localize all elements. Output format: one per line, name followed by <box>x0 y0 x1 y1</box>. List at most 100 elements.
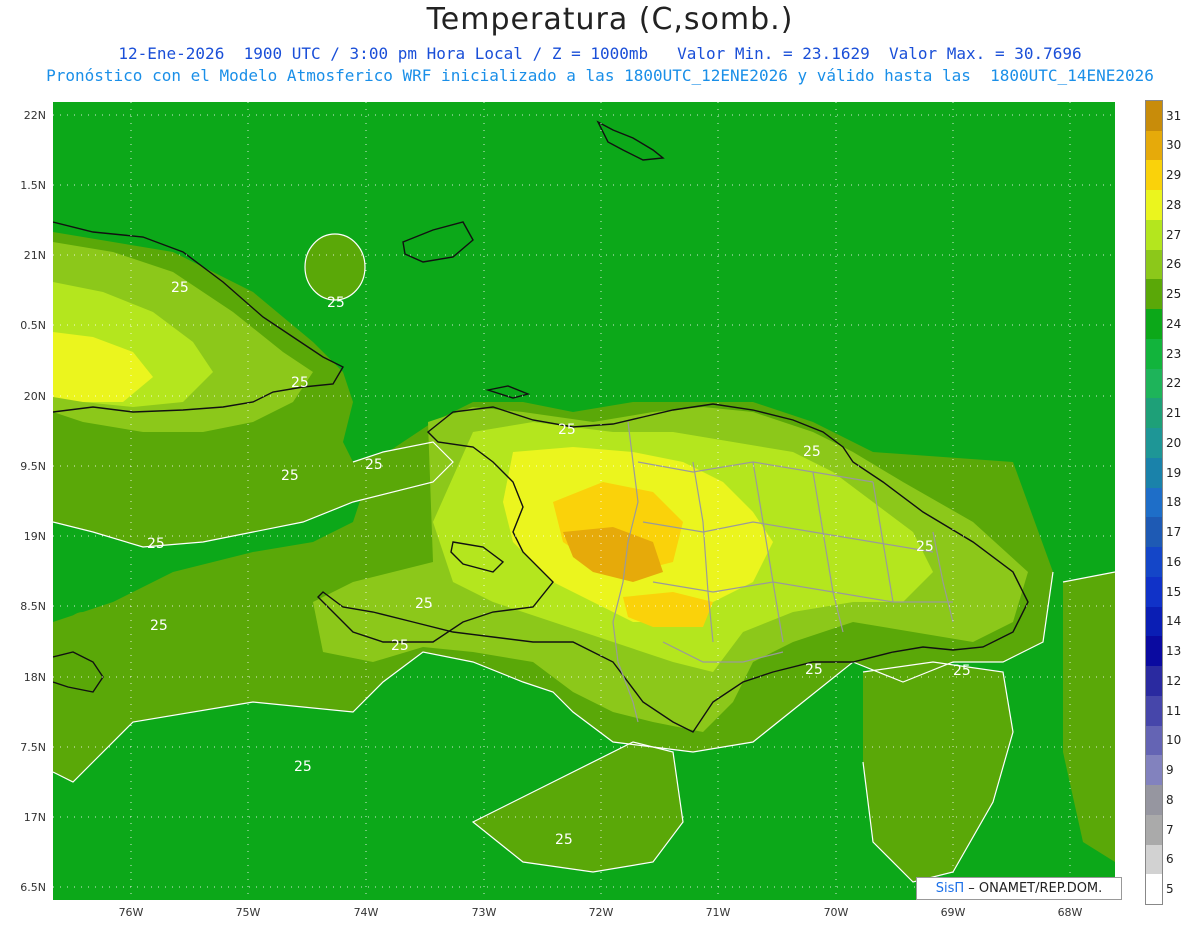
colorbar-segment <box>1146 279 1162 310</box>
colorbar-label: 24 <box>1166 316 1182 331</box>
colorbar-label: 17 <box>1166 525 1182 540</box>
contour-label: 25 <box>916 539 934 555</box>
colorbar <box>1145 100 1163 905</box>
coast-inagua <box>402 221 474 263</box>
lat-label: 20N <box>23 390 46 403</box>
colorbar-segment <box>1146 398 1162 429</box>
lon-label: 68W <box>1057 906 1083 919</box>
lat-label: 17N <box>23 811 46 824</box>
colorbar-segment <box>1146 814 1162 845</box>
contour-label: 25 <box>805 662 823 678</box>
colorbar-label: 9 <box>1166 763 1174 778</box>
contour-label: 25 <box>281 468 299 484</box>
colorbar-label: 25 <box>1166 287 1182 302</box>
colorbar-segment <box>1146 309 1162 340</box>
colorbar-segment <box>1146 725 1162 756</box>
colorbar-label: 15 <box>1166 584 1182 599</box>
colorbar-label: 21 <box>1166 406 1182 421</box>
lat-label: 9.5N <box>20 460 46 473</box>
contour-label: 25 <box>171 280 189 296</box>
colorbar-label: 14 <box>1166 614 1182 629</box>
contour-label: 25 <box>291 375 309 391</box>
colorbar-label: 20 <box>1166 435 1182 450</box>
lat-label: 7.5N <box>20 741 46 754</box>
colorbar-label: 10 <box>1166 733 1182 748</box>
lon-label: 75W <box>235 906 261 919</box>
colorbar-segment <box>1146 547 1162 578</box>
lat-label: 1.5N <box>20 179 46 192</box>
colorbar-label: 29 <box>1166 168 1182 183</box>
contour-label: 25 <box>327 295 345 311</box>
lat-label: 19N <box>23 530 46 543</box>
lat-label: 8.5N <box>20 600 46 613</box>
coast-caicos <box>596 120 665 161</box>
credit-box: SisΠ – ONAMET/REP.DOM. <box>916 877 1122 900</box>
colorbar-label: 31 <box>1166 108 1182 123</box>
contour-label: 25 <box>365 457 383 473</box>
lon-label: 71W <box>705 906 731 919</box>
colorbar-segment <box>1146 190 1162 221</box>
lon-label: 73W <box>471 906 497 919</box>
region-t25-southeast-lobe <box>863 662 1013 882</box>
colorbar-label: 22 <box>1166 376 1182 391</box>
colorbar-segment <box>1146 249 1162 280</box>
lat-label: 22N <box>23 109 46 122</box>
contour-label: 25 <box>391 638 409 654</box>
colorbar-label: 28 <box>1166 197 1182 212</box>
colorbar-label: 5 <box>1166 882 1174 896</box>
colorbar-segment <box>1146 101 1162 131</box>
map-subtitle-time: 12-Ene-2026 1900 UTC / 3:00 pm Hora Loca… <box>118 44 1082 63</box>
contour-label: 25 <box>294 759 312 775</box>
lon-label: 72W <box>588 906 614 919</box>
contour-label: 25 <box>150 618 168 634</box>
colorbar-segment <box>1146 755 1162 786</box>
colorbar-segment <box>1146 368 1162 399</box>
colorbar-segment <box>1146 785 1162 816</box>
colorbar-segment <box>1146 487 1162 518</box>
colorbar-segment <box>1146 457 1162 488</box>
colorbar-label: 6 <box>1166 852 1174 867</box>
colorbar-label: 30 <box>1166 138 1182 153</box>
colorbar-label: 19 <box>1166 465 1182 480</box>
lon-label: 70W <box>823 906 849 919</box>
region-t25-east-lobe <box>1063 572 1115 862</box>
contour-label: 25 <box>415 596 433 612</box>
contour-label: 25 <box>558 422 576 438</box>
sistema-logo-text: SisΠ <box>935 881 965 896</box>
colorbar-label: 7 <box>1166 822 1174 837</box>
colorbar-segment <box>1146 219 1162 250</box>
contour-label: 25 <box>555 832 573 848</box>
colorbar-segment <box>1146 844 1162 875</box>
map-canvas: 25 25 25 25 25 25 25 25 25 25 25 25 25 2… <box>53 102 1115 900</box>
temperature-map: 25 25 25 25 25 25 25 25 25 25 25 25 25 2… <box>53 102 1115 900</box>
colorbar-segment <box>1146 606 1162 637</box>
colorbar-segment <box>1146 636 1162 667</box>
colorbar-label: 8 <box>1166 792 1174 807</box>
contour-label: 25 <box>803 444 821 460</box>
lat-label: 6.5N <box>20 881 46 894</box>
lon-label: 74W <box>353 906 379 919</box>
map-title: Temperatura (C,somb.) <box>426 2 794 37</box>
lon-label: 69W <box>940 906 966 919</box>
colorbar-label: 13 <box>1166 644 1182 659</box>
region-t25-south-lobe <box>473 742 683 872</box>
colorbar-segment <box>1146 874 1162 905</box>
credit-text: – ONAMET/REP.DOM. <box>968 881 1103 896</box>
contour-label: 25 <box>147 536 165 552</box>
colorbar-label: 11 <box>1166 703 1182 718</box>
colorbar-label: 23 <box>1166 346 1182 361</box>
colorbar-label: 12 <box>1166 673 1182 688</box>
contour-label: 25 <box>953 663 971 679</box>
colorbar-segment <box>1146 160 1162 191</box>
colorbar-label: 18 <box>1166 495 1182 510</box>
lat-label: 21N <box>23 249 46 262</box>
map-subtitle-model: Pronóstico con el Modelo Atmosferico WRF… <box>46 66 1154 85</box>
colorbar-segment <box>1146 695 1162 726</box>
lon-label: 76W <box>118 906 144 919</box>
colorbar-segment <box>1146 130 1162 161</box>
colorbar-segment <box>1146 666 1162 697</box>
lat-label: 0.5N <box>20 319 46 332</box>
colorbar-label: 27 <box>1166 227 1182 242</box>
colorbar-segment <box>1146 517 1162 548</box>
colorbar-segment <box>1146 576 1162 607</box>
